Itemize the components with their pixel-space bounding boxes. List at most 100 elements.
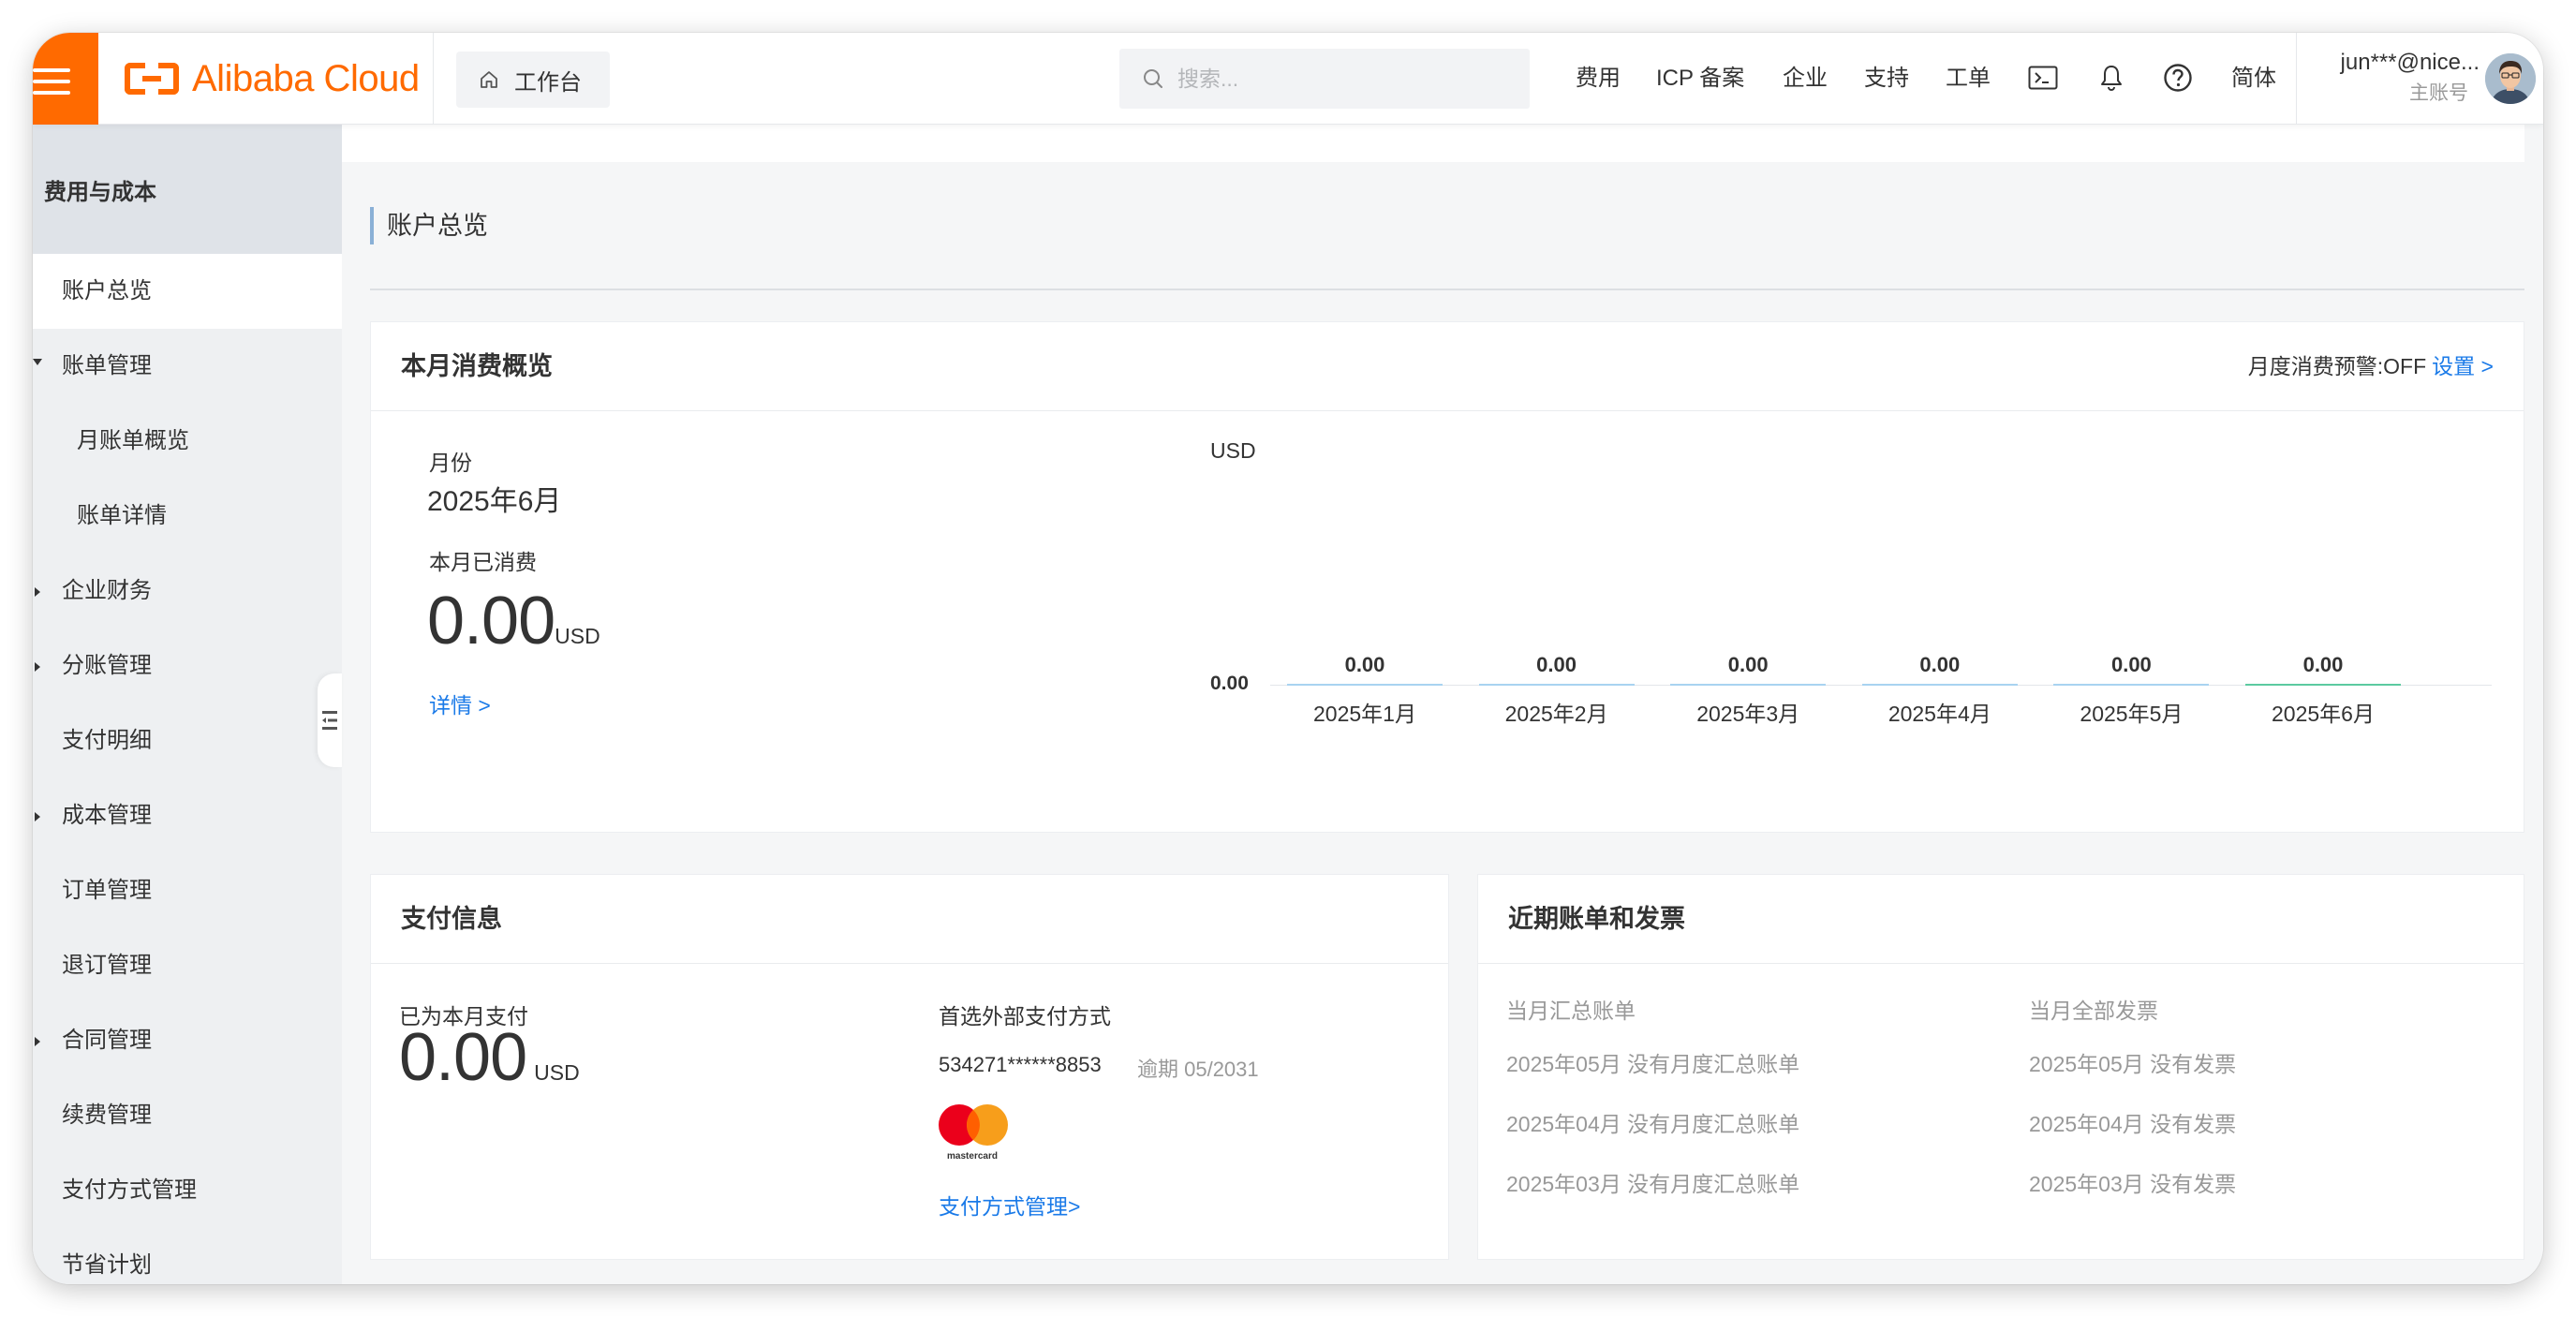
summary-bill-header: 当月汇总账单 xyxy=(1506,999,1636,1023)
sidebar-item-label: 账户总览 xyxy=(62,278,152,303)
nav-support[interactable]: 支持 xyxy=(1864,65,1909,93)
nav-fees[interactable]: 费用 xyxy=(1576,65,1621,93)
card-title: 支付信息 xyxy=(401,905,502,933)
alibaba-cloud-logo-icon xyxy=(125,63,179,95)
chart-data-label: 0.00 xyxy=(2302,653,2344,676)
paid-amount: 0.00 USD xyxy=(399,1019,580,1096)
caret-right-icon xyxy=(35,587,40,597)
monthly-spending-chart: USD 0.00 0.00 2025年1月 0.00 2025年2月 0.00 2025年… xyxy=(371,322,2525,834)
divider xyxy=(433,33,434,125)
sidebar-item-monthly-bill-overview[interactable]: 月账单概览 xyxy=(33,404,342,479)
card-number: 534271******8853 xyxy=(939,1053,1102,1076)
card-brand-text: mastercard xyxy=(947,1151,998,1162)
search-icon xyxy=(1144,69,1162,88)
sidebar-item-label: 分账管理 xyxy=(62,653,152,678)
chart-bar[interactable] xyxy=(1861,684,2018,686)
nav-ticket[interactable]: 工单 xyxy=(1946,65,1991,93)
sidebar-item-label: 成本管理 xyxy=(62,803,152,828)
chart-bar[interactable] xyxy=(1287,684,1443,686)
invoice-row: 2025年04月 没有发票 xyxy=(2029,1112,2237,1136)
top-navigation-bar: Alibaba Cloud 工作台 费用 ICP 备案 企业 支持 工单 简体 … xyxy=(33,33,2543,125)
sidebar-item-label: 支付明细 xyxy=(62,728,152,753)
sidebar-item-contract-management[interactable]: 合同管理 xyxy=(33,1003,342,1078)
sidebar-item-label: 订单管理 xyxy=(62,878,152,903)
x-tick-label: 2025年6月 xyxy=(2272,702,2375,726)
caret-down-icon xyxy=(33,359,42,365)
y-tick-label: 0.00 xyxy=(1210,673,1249,694)
menu-icon-line xyxy=(33,80,70,83)
payment-info-header: 支付信息 xyxy=(371,875,1448,964)
payment-method-manage-link[interactable]: 支付方式管理> xyxy=(939,1189,1080,1221)
sidebar-collapse-toggle[interactable] xyxy=(318,673,342,767)
home-icon xyxy=(481,71,497,88)
sidebar-item-savings-plan[interactable]: 节省计划 xyxy=(33,1228,342,1284)
summary-bill-row: 2025年03月 没有月度汇总账单 xyxy=(1506,1172,1800,1196)
chart-bar[interactable] xyxy=(1670,684,1827,686)
nav-enterprise[interactable]: 企业 xyxy=(1783,65,1828,93)
sidebar: 费用与成本 账户总览 账单管理 月账单概览 账单详情 企业财务 分账管理 支付明… xyxy=(33,125,342,1284)
sidebar-item-payment-details[interactable]: 支付明细 xyxy=(33,703,342,778)
menu-button[interactable] xyxy=(33,33,98,125)
sidebar-title: 费用与成本 xyxy=(33,125,342,254)
user-account-menu[interactable]: jun***@nice... 主账号 xyxy=(2318,48,2480,110)
chart-bar[interactable] xyxy=(1478,684,1635,686)
invoice-row: 2025年05月 没有发票 xyxy=(2029,1052,2237,1076)
x-tick-label: 2025年4月 xyxy=(1888,702,1991,726)
nav-icp[interactable]: ICP 备案 xyxy=(1656,65,1744,93)
sidebar-item-label: 账单详情 xyxy=(77,503,167,528)
sidebar-item-refund-management[interactable]: 退订管理 xyxy=(33,928,342,1003)
invoice-header: 当月全部发票 xyxy=(2029,999,2158,1023)
sidebar-item-label: 续费管理 xyxy=(62,1102,152,1128)
paid-value: 0.00 xyxy=(399,1020,527,1095)
x-tick-label: 2025年3月 xyxy=(1696,702,1800,726)
sidebar-item-enterprise-finance[interactable]: 企业财务 xyxy=(33,554,342,629)
sidebar-item-label: 企业财务 xyxy=(62,578,152,603)
page-title: 账户总览 xyxy=(370,207,488,244)
sidebar-item-payment-method-management[interactable]: 支付方式管理 xyxy=(33,1153,342,1228)
sidebar-item-label: 合同管理 xyxy=(62,1028,152,1053)
sidebar-item-order-management[interactable]: 订单管理 xyxy=(33,853,342,928)
chart-data-label: 0.00 xyxy=(1344,653,1385,676)
sidebar-item-cost-management[interactable]: 成本管理 xyxy=(33,778,342,853)
avatar[interactable] xyxy=(2485,53,2536,104)
help-icon[interactable] xyxy=(2161,61,2195,95)
monthly-spending-card: 本月消费概览 月度消费预警:OFF 设置 > 月份 2025年6月 本月已消费 0… xyxy=(370,321,2524,833)
x-tick-label: 2025年1月 xyxy=(1313,702,1416,726)
recent-bills-header: 近期账单和发票 xyxy=(1478,875,2524,964)
caret-right-icon xyxy=(35,662,40,672)
chart-bar[interactable] xyxy=(2053,684,2210,686)
menu-icon-line xyxy=(33,68,70,72)
summary-bill-row: 2025年05月 没有月度汇总账单 xyxy=(1506,1052,1800,1076)
alibaba-cloud-logo[interactable]: Alibaba Cloud xyxy=(125,55,420,102)
chart-data-label: 0.00 xyxy=(2110,653,2152,676)
chart-bar[interactable] xyxy=(2245,684,2401,686)
user-role: 主账号 xyxy=(2409,82,2468,104)
sidebar-item-label: 月账单概览 xyxy=(77,428,189,453)
sidebar-item-label: 节省计划 xyxy=(62,1252,152,1278)
chart-data-label: 0.00 xyxy=(1727,653,1769,676)
sidebar-item-split-billing[interactable]: 分账管理 xyxy=(33,629,342,703)
language-switch[interactable]: 简体 xyxy=(2231,65,2276,93)
search-box[interactable] xyxy=(1119,49,1530,109)
chart-data-label: 0.00 xyxy=(1919,653,1961,676)
sidebar-item-renewal-management[interactable]: 续费管理 xyxy=(33,1078,342,1153)
x-tick-label: 2025年5月 xyxy=(2080,702,2184,726)
caret-right-icon xyxy=(35,1037,40,1046)
recent-bills-card: 近期账单和发票 当月汇总账单 当月全部发票 2025年05月 没有月度汇总账单 … xyxy=(1477,874,2524,1260)
search-input[interactable] xyxy=(1177,66,1515,92)
caret-right-icon xyxy=(35,812,40,821)
chart-data-label: 0.00 xyxy=(1536,653,1577,676)
bell-icon[interactable] xyxy=(2095,61,2128,95)
brand-name: Alibaba Cloud xyxy=(192,57,420,99)
sidebar-item-account-overview[interactable]: 账户总览 xyxy=(33,254,342,329)
card-expiry: 逾期 05/2031 xyxy=(1137,1058,1259,1081)
chart-y-label: USD xyxy=(1210,438,1256,463)
sidebar-item-label: 退订管理 xyxy=(62,953,152,978)
title-divider xyxy=(370,289,2524,290)
user-name: jun***@nice... xyxy=(2340,50,2480,75)
sidebar-item-bill-management[interactable]: 账单管理 xyxy=(33,329,342,404)
collapse-sidebar-icon xyxy=(322,711,337,730)
terminal-icon[interactable] xyxy=(2026,61,2060,95)
sidebar-item-bill-details[interactable]: 账单详情 xyxy=(33,479,342,554)
workbench-button[interactable]: 工作台 xyxy=(456,52,610,108)
